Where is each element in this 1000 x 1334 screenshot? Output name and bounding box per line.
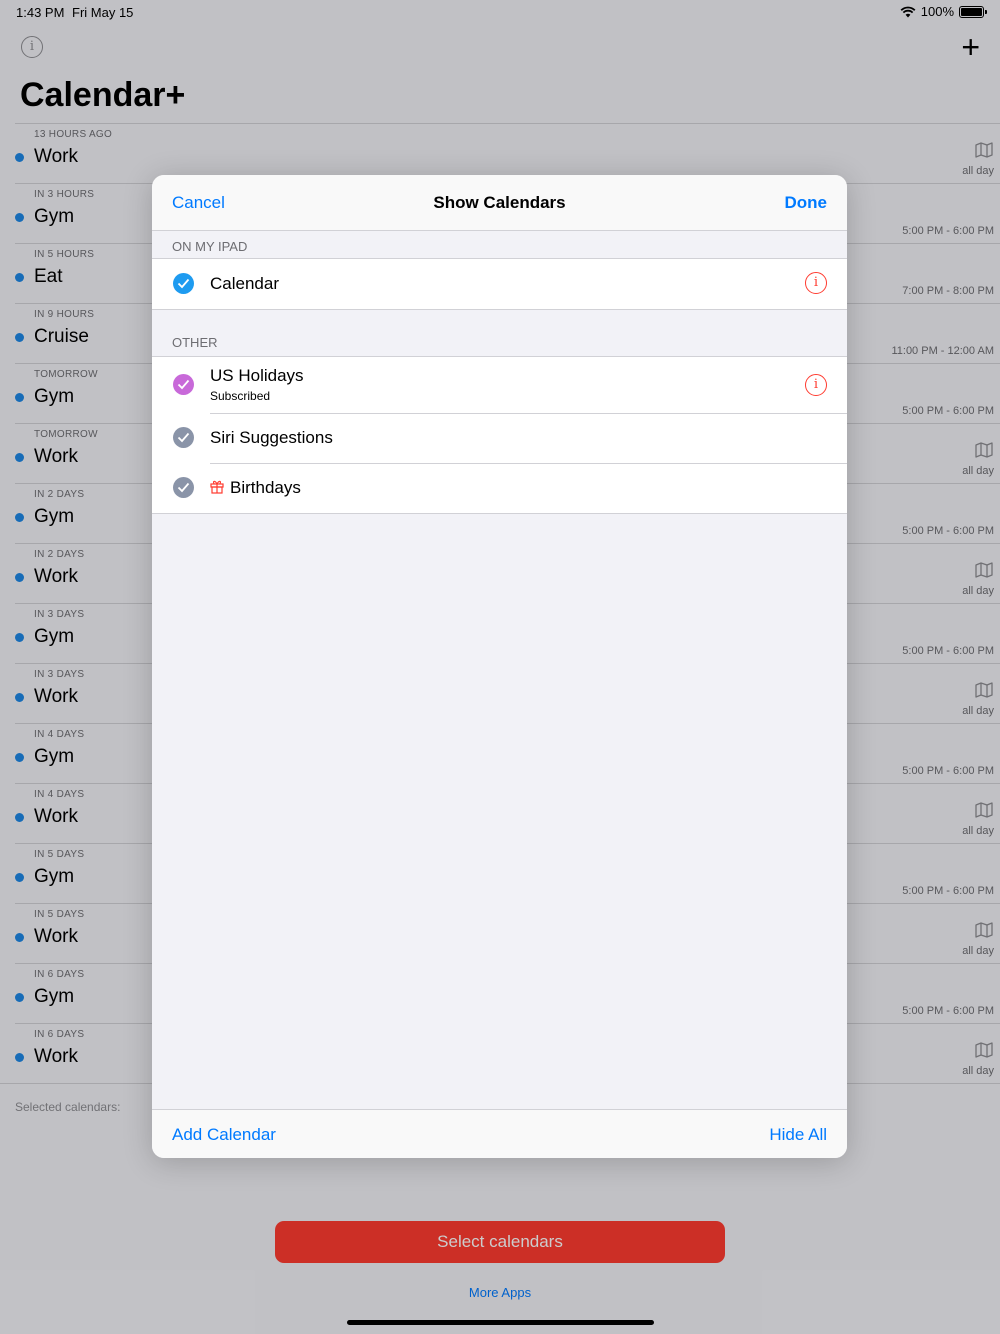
done-button[interactable]: Done <box>785 193 828 213</box>
hide-all-button[interactable]: Hide All <box>769 1125 827 1145</box>
calendar-info-icon[interactable]: i <box>805 272 827 294</box>
calendar-name: Calendar <box>210 274 279 293</box>
sheet-nav-bar: Cancel Show Calendars Done <box>152 175 847 231</box>
checkmark-icon <box>173 477 194 498</box>
checkmark-icon <box>173 374 194 395</box>
calendar-row-us-holidays[interactable]: US Holidays Subscribed i <box>152 357 847 413</box>
gift-icon <box>210 480 224 494</box>
section-header-other: OTHER <box>172 335 218 350</box>
home-indicator <box>347 1320 654 1325</box>
sheet-toolbar: Add Calendar Hide All <box>152 1109 847 1158</box>
calendar-row-siri-suggestions[interactable]: Siri Suggestions <box>152 413 847 463</box>
add-calendar-button[interactable]: Add Calendar <box>172 1125 276 1145</box>
sheet-title: Show Calendars <box>433 193 566 212</box>
calendar-name: Siri Suggestions <box>210 428 333 447</box>
calendar-name: US Holidays <box>210 366 304 385</box>
checkmark-icon <box>173 427 194 448</box>
calendar-subtitle: Subscribed <box>210 389 271 403</box>
calendar-name: Birthdays <box>230 478 301 497</box>
section-ipad: Calendar i <box>152 258 847 310</box>
show-calendars-sheet: Cancel Show Calendars Done ON MY IPAD Ca… <box>152 175 847 1158</box>
section-header-ipad: ON MY IPAD <box>172 239 248 254</box>
section-other: US Holidays Subscribed i Siri Suggestion… <box>152 356 847 514</box>
calendar-row-birthdays[interactable]: Birthdays <box>152 463 847 513</box>
checkmark-icon <box>173 273 194 294</box>
calendar-row-calendar[interactable]: Calendar i <box>152 259 847 309</box>
calendar-info-icon[interactable]: i <box>805 374 827 396</box>
